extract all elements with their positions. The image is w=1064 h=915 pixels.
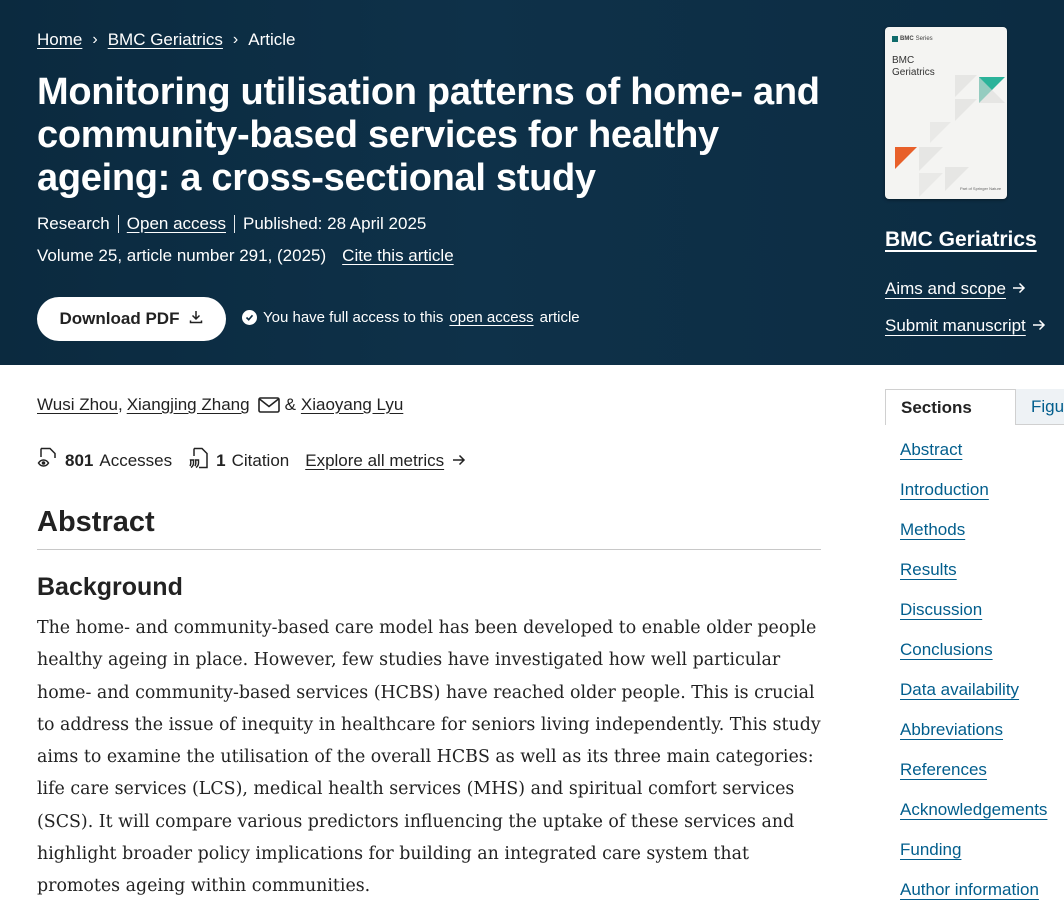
tab-sections[interactable]: Sections xyxy=(885,389,1016,425)
explore-all-metrics-label: Explore all metrics xyxy=(305,450,445,470)
email-icon[interactable] xyxy=(257,397,280,413)
cite-this-article-link[interactable]: Cite this article xyxy=(342,246,453,266)
article-header: Home › BMC Geriatrics › Article Monitori… xyxy=(0,0,1064,365)
section-link-references[interactable]: References xyxy=(900,760,1047,800)
background-paragraph: The home- and community-based care model… xyxy=(37,618,821,897)
author-separator: , xyxy=(117,395,123,414)
sidebar-tabs: Sections Figures xyxy=(885,389,1064,425)
arrow-right-icon xyxy=(452,451,466,471)
section-link-acknowledgements[interactable]: Acknowledgements xyxy=(900,800,1047,840)
cover-pattern xyxy=(895,75,1005,197)
submit-manuscript-link[interactable]: Submit manuscript xyxy=(885,316,1046,336)
section-nav: Abstract Introduction Methods Results Di… xyxy=(900,440,1047,915)
section-link-data-availability[interactable]: Data availability xyxy=(900,680,1047,720)
section-link-author-information[interactable]: Author information xyxy=(900,880,1047,915)
article-metrics: 801 Accesses 1 Citation Explore all metr… xyxy=(37,447,466,474)
article-meta: Research Open access Published: 28 April… xyxy=(37,214,426,234)
abstract-heading: Abstract xyxy=(37,506,155,538)
open-access-link[interactable]: Open access xyxy=(127,214,226,234)
access-note-link[interactable]: open access xyxy=(449,309,533,326)
background-heading: Background xyxy=(37,573,183,601)
article-citation-meta: Volume 25, article number 291, (2025) Ci… xyxy=(37,246,454,266)
download-pdf-button[interactable]: Download PDF xyxy=(37,297,226,341)
breadcrumb-separator: › xyxy=(232,31,239,48)
author-list: Wusi Zhou , Xiangjing Zhang & Xiaoyang L… xyxy=(37,395,403,415)
meta-divider xyxy=(117,215,119,233)
section-link-funding[interactable]: Funding xyxy=(900,840,1047,880)
access-note: You have full access to this open access… xyxy=(242,309,580,326)
author-separator: & xyxy=(284,395,296,414)
article-type: Research xyxy=(37,214,110,233)
citations-count: 1 xyxy=(216,450,226,470)
section-link-conclusions[interactable]: Conclusions xyxy=(900,640,1047,680)
arrow-right-icon xyxy=(1012,279,1026,299)
explore-all-metrics-link[interactable]: Explore all metrics xyxy=(305,451,466,471)
submit-manuscript-label: Submit manuscript xyxy=(885,316,1026,335)
citations-label: Citation xyxy=(231,450,290,470)
section-link-abstract[interactable]: Abstract xyxy=(900,440,1047,480)
cover-footer: Part of Springer Nature xyxy=(960,186,1002,191)
author-link[interactable]: Xiaoyang Lyu xyxy=(301,395,403,415)
accesses-metric: 801 Accesses xyxy=(37,447,172,474)
meta-divider xyxy=(234,215,235,233)
aims-and-scope-label: Aims and scope xyxy=(885,279,1006,298)
access-note-suffix: article xyxy=(539,309,580,326)
author-link[interactable]: Xiangjing Zhang xyxy=(127,395,250,415)
section-divider xyxy=(37,549,821,550)
volume-info: Volume 25, article number 291, (2025) xyxy=(37,246,327,265)
tab-figures[interactable]: Figures xyxy=(1016,389,1064,425)
section-link-abbreviations[interactable]: Abbreviations xyxy=(900,720,1047,760)
citation-quote-icon xyxy=(188,447,210,474)
published-date: Published: 28 April 2025 xyxy=(243,214,427,233)
breadcrumb-current: Article xyxy=(248,30,296,49)
arrow-right-icon xyxy=(1032,316,1046,336)
section-link-methods[interactable]: Methods xyxy=(900,520,1047,560)
article-title: Monitoring utilisation patterns of home-… xyxy=(37,71,820,199)
journal-name-link[interactable]: BMC Geriatrics xyxy=(885,228,1037,252)
section-link-introduction[interactable]: Introduction xyxy=(900,480,1047,520)
breadcrumb-home[interactable]: Home xyxy=(37,30,82,50)
section-link-discussion[interactable]: Discussion xyxy=(900,600,1047,640)
accesses-eye-icon xyxy=(37,447,59,474)
check-circle-icon xyxy=(242,310,257,325)
journal-cover-image[interactable]: BMC Series BMC Geriatrics Part of Spring… xyxy=(885,27,1007,199)
accesses-count: 801 xyxy=(65,450,94,470)
breadcrumb-separator: › xyxy=(92,31,98,48)
section-link-results[interactable]: Results xyxy=(900,560,1047,600)
citations-metric: 1 Citation xyxy=(188,447,289,474)
breadcrumb: Home › BMC Geriatrics › Article xyxy=(37,30,295,50)
accesses-label: Accesses xyxy=(99,450,173,470)
aims-and-scope-link[interactable]: Aims and scope xyxy=(885,279,1026,299)
author-link[interactable]: Wusi Zhou xyxy=(37,395,118,415)
download-icon xyxy=(189,309,203,329)
breadcrumb-journal[interactable]: BMC Geriatrics xyxy=(108,30,223,50)
access-note-prefix: You have full access to this xyxy=(263,309,444,326)
download-pdf-label: Download PDF xyxy=(59,309,180,328)
